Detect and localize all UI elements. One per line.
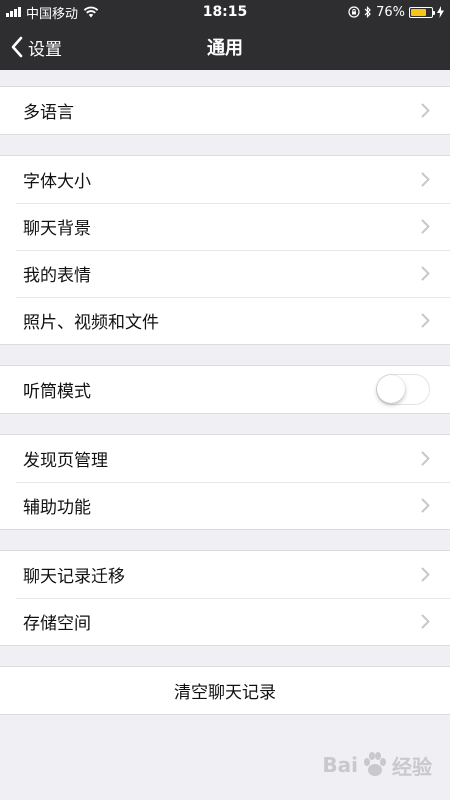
row-label: 存储空间 [23, 614, 91, 634]
status-bar: 中国移动 18:15 76% [0, 0, 450, 24]
chevron-right-icon [421, 313, 430, 328]
settings-list: 多语言 字体大小 聊天背景 我的表情 照片、视频和文件 听筒模式 发现页管理 辅… [0, 70, 450, 715]
chevron-right-icon [421, 172, 430, 187]
row-storage-space[interactable]: 存储空间 [0, 598, 450, 645]
row-label: 照片、视频和文件 [23, 313, 159, 333]
row-label: 多语言 [23, 103, 74, 123]
charging-bolt-icon [437, 6, 444, 18]
chevron-right-icon [421, 614, 430, 629]
page-title: 通用 [207, 38, 243, 59]
row-label: 我的表情 [23, 266, 91, 286]
row-photos-videos-files[interactable]: 照片、视频和文件 [0, 297, 450, 344]
row-label: 清空聊天记录 [174, 683, 276, 703]
group-discover: 发现页管理 辅助功能 [0, 434, 450, 530]
row-label: 听筒模式 [23, 382, 91, 402]
bluetooth-icon [364, 6, 371, 18]
chevron-right-icon [421, 219, 430, 234]
row-earpiece-mode: 听筒模式 [0, 366, 450, 413]
watermark-text-left: Bai [322, 753, 358, 777]
status-right: 76% [348, 5, 444, 20]
battery-icon [409, 6, 435, 18]
row-my-stickers[interactable]: 我的表情 [0, 250, 450, 297]
chevron-right-icon [421, 103, 430, 118]
carrier-label: 中国移动 [26, 6, 79, 22]
clear-chat-history-button[interactable]: 清空聊天记录 [0, 667, 450, 714]
row-font-size[interactable]: 字体大小 [0, 156, 450, 203]
row-label: 聊天记录迁移 [23, 567, 125, 587]
nav-bar: 设置 通用 [0, 24, 450, 70]
status-left: 中国移动 [6, 3, 99, 22]
back-button[interactable]: 设置 [0, 24, 62, 70]
toggle-knob [377, 375, 405, 403]
chevron-right-icon [421, 451, 430, 466]
group-earpiece: 听筒模式 [0, 365, 450, 414]
group-display: 字体大小 聊天背景 我的表情 照片、视频和文件 [0, 155, 450, 345]
earpiece-mode-toggle[interactable] [376, 374, 430, 405]
row-label: 发现页管理 [23, 451, 108, 471]
group-storage: 聊天记录迁移 存储空间 [0, 550, 450, 646]
row-label: 聊天背景 [23, 219, 91, 239]
signal-icon [6, 7, 21, 17]
battery-percent: 76% [376, 4, 405, 20]
paw-icon [364, 752, 386, 776]
group-language: 多语言 [0, 86, 450, 135]
orientation-lock-icon [348, 6, 360, 18]
chevron-right-icon [421, 498, 430, 513]
row-label: 字体大小 [23, 172, 91, 192]
row-chat-history-migration[interactable]: 聊天记录迁移 [0, 551, 450, 598]
watermark-text-right: 经验 [392, 754, 432, 779]
row-multi-language[interactable]: 多语言 [0, 87, 450, 134]
chevron-left-icon [11, 36, 23, 58]
row-label: 辅助功能 [23, 498, 91, 518]
group-clear: 清空聊天记录 [0, 666, 450, 715]
row-discover-management[interactable]: 发现页管理 [0, 435, 450, 482]
battery-level [411, 8, 427, 16]
back-label: 设置 [28, 39, 62, 60]
baidu-jingyan-watermark: Bai 经验 [322, 750, 432, 780]
wifi-icon [83, 6, 99, 18]
row-chat-background[interactable]: 聊天背景 [0, 203, 450, 250]
chevron-right-icon [421, 266, 430, 281]
row-accessibility[interactable]: 辅助功能 [0, 482, 450, 529]
chevron-right-icon [421, 567, 430, 582]
